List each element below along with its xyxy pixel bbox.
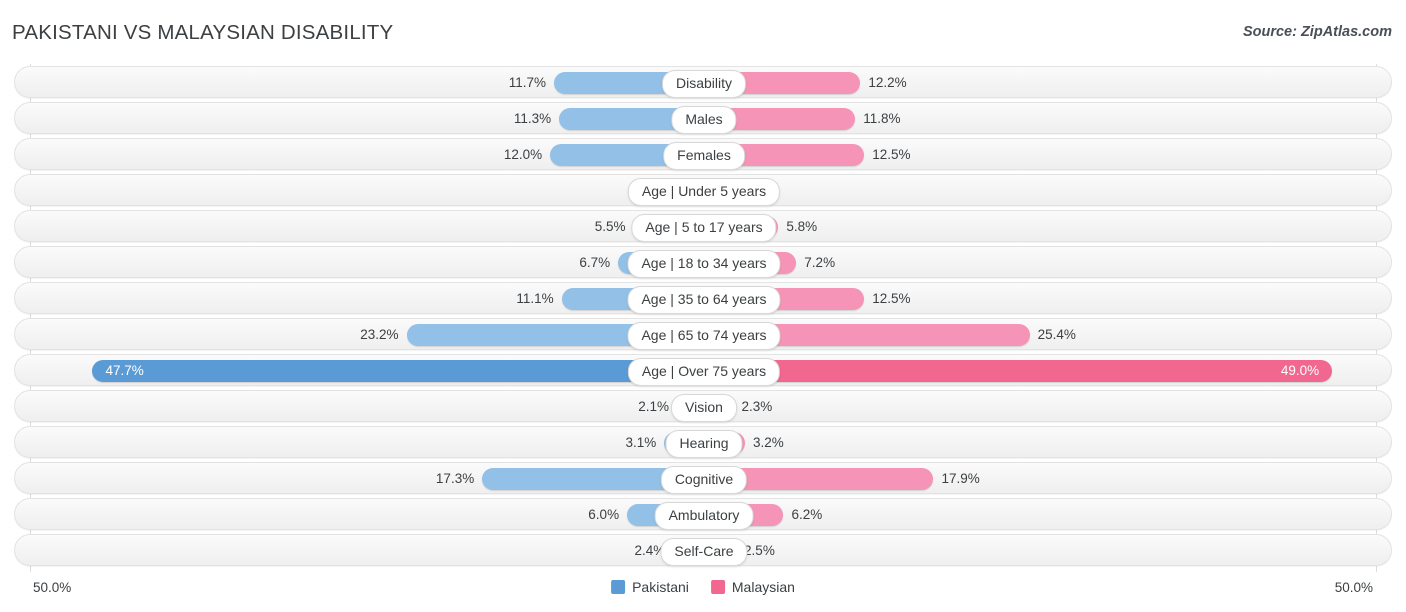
value-label-malaysian: 3.2% <box>753 435 784 450</box>
value-label-malaysian: 12.5% <box>872 147 911 162</box>
value-label-pakistani: 11.1% <box>516 291 554 306</box>
table-row[interactable]: 6.0% 6.2% Ambulatory <box>14 498 1392 530</box>
table-row[interactable]: 2.1% 2.3% Vision <box>14 390 1392 422</box>
row-bars: 11.1% 12.5% Age | 35 to 64 years <box>15 283 1393 315</box>
category-label[interactable]: Age | 65 to 74 years <box>627 322 781 350</box>
value-label-malaysian: 25.4% <box>1037 327 1076 342</box>
table-row[interactable]: 47.7% 49.0% Age | Over 75 years <box>14 354 1392 386</box>
row-bars: 6.0% 6.2% Ambulatory <box>15 499 1393 531</box>
value-label-pakistani: 11.7% <box>508 75 546 90</box>
row-bars: 11.3% 11.8% Males <box>15 103 1393 135</box>
value-label-malaysian: 7.2% <box>804 255 836 270</box>
value-label-pakistani: 6.0% <box>588 507 620 522</box>
table-row[interactable]: 1.3%1.3%Age | Under 5 years <box>14 174 1392 206</box>
table-row[interactable]: 5.5% 5.8% Age | 5 to 17 years <box>14 210 1392 242</box>
axis-label-left: 50.0% <box>33 580 72 595</box>
chart-footer: 50.0% 50.0% Pakistani Malaysian <box>0 572 1406 612</box>
value-label-malaysian: 2.5% <box>744 543 775 558</box>
row-bars: 11.7% 12.2% Disability <box>15 67 1393 99</box>
chart-header: PAKISTANI VS MALAYSIAN DISABILITY Source… <box>0 0 1406 60</box>
value-label-pakistani: 11.3% <box>513 111 552 126</box>
plot-area: 11.7% 12.2% Disability 11.3% 11.8% Males 12.0%… <box>0 60 1406 572</box>
row-bars: 2.1% 2.3% Vision <box>15 391 1393 423</box>
table-row[interactable]: 6.7% 7.2% Age | 18 to 34 years <box>14 246 1392 278</box>
row-bars: 5.5% 5.8% Age | 5 to 17 years <box>15 211 1393 243</box>
value-label-pakistani: 23.2% <box>360 327 399 342</box>
table-row[interactable]: 11.3% 11.8% Males <box>14 102 1392 134</box>
row-bars: 3.1% 3.2% Hearing <box>15 427 1393 459</box>
value-label-pakistani: 12.0% <box>503 147 543 162</box>
value-label-malaysian: 6.2% <box>791 507 823 522</box>
value-label-malaysian: 17.9% <box>941 471 980 486</box>
value-label-malaysian: 5.8% <box>786 219 818 234</box>
legend-item[interactable]: Malaysian <box>710 579 795 595</box>
table-row[interactable]: 23.2% 25.4% Age | 65 to 74 years <box>14 318 1392 350</box>
table-row[interactable]: 2.4% 2.5% Self-Care <box>14 534 1392 566</box>
value-label-pakistani: 17.3% <box>435 471 475 486</box>
category-label[interactable]: Females <box>663 142 745 170</box>
legend: Pakistani Malaysian <box>611 579 795 595</box>
legend-item[interactable]: Pakistani <box>611 579 689 595</box>
value-label-pakistani: 6.7% <box>579 255 611 270</box>
legend-item-label: Pakistani <box>632 579 689 595</box>
page-title: PAKISTANI VS MALAYSIAN DISABILITY <box>12 21 394 44</box>
table-row[interactable]: 17.3% 17.9% Cognitive <box>14 462 1392 494</box>
category-label[interactable]: Males <box>671 106 737 134</box>
category-label[interactable]: Hearing <box>665 430 743 458</box>
value-label-pakistani: 2.1% <box>638 399 670 414</box>
row-bars: 6.7% 7.2% Age | 18 to 34 years <box>15 247 1393 279</box>
legend-item-label: Malaysian <box>731 579 795 595</box>
axis-label-right: 50.0% <box>1334 580 1373 595</box>
legend-swatch-blue <box>611 580 626 594</box>
source-attribution: Source: ZipAtlas.com <box>1242 24 1392 40</box>
value-label-malaysian: 49.0% <box>1280 363 1320 378</box>
category-label[interactable]: Age | Over 75 years <box>627 358 781 386</box>
row-bars: 2.4% 2.5% Self-Care <box>15 535 1393 567</box>
category-label[interactable]: Age | 35 to 64 years <box>627 286 781 314</box>
category-label[interactable]: Disability <box>661 70 747 98</box>
category-label[interactable]: Age | 5 to 17 years <box>631 214 777 242</box>
value-label-malaysian: 11.8% <box>863 111 901 126</box>
category-label[interactable]: Self-Care <box>660 538 748 566</box>
value-label-malaysian: 12.5% <box>872 291 911 306</box>
legend-swatch-pink <box>710 580 725 594</box>
category-label[interactable]: Vision <box>671 394 737 422</box>
table-row[interactable]: 3.1% 3.2% Hearing <box>14 426 1392 458</box>
category-label[interactable]: Cognitive <box>660 466 748 494</box>
value-label-pakistani: 2.4% <box>634 543 666 558</box>
category-label[interactable]: Age | 18 to 34 years <box>627 250 781 278</box>
row-bars: 47.7% 49.0% Age | Over 75 years <box>15 355 1393 387</box>
value-label-malaysian: 2.3% <box>741 399 773 414</box>
category-label[interactable]: Ambulatory <box>654 502 754 530</box>
value-label-pakistani: 3.1% <box>625 435 657 450</box>
chart-container: PAKISTANI VS MALAYSIAN DISABILITY Source… <box>0 0 1406 612</box>
row-bars: 12.0% 12.5% Females <box>15 139 1393 171</box>
table-row[interactable]: 11.7% 12.2% Disability <box>14 66 1392 98</box>
row-bars: 1.3%1.3%Age | Under 5 years <box>15 175 1393 207</box>
table-row[interactable]: 11.1% 12.5% Age | 35 to 64 years <box>14 282 1392 314</box>
category-label[interactable]: Age | Under 5 years <box>627 178 781 206</box>
row-bars: 17.3% 17.9% Cognitive <box>15 463 1393 495</box>
value-label-pakistani: 47.7% <box>105 363 144 378</box>
value-label-pakistani: 5.5% <box>594 219 626 234</box>
table-row[interactable]: 12.0% 12.5% Females <box>14 138 1392 170</box>
value-label-malaysian: 12.2% <box>868 75 907 90</box>
row-bars: 23.2% 25.4% Age | 65 to 74 years <box>15 319 1393 351</box>
